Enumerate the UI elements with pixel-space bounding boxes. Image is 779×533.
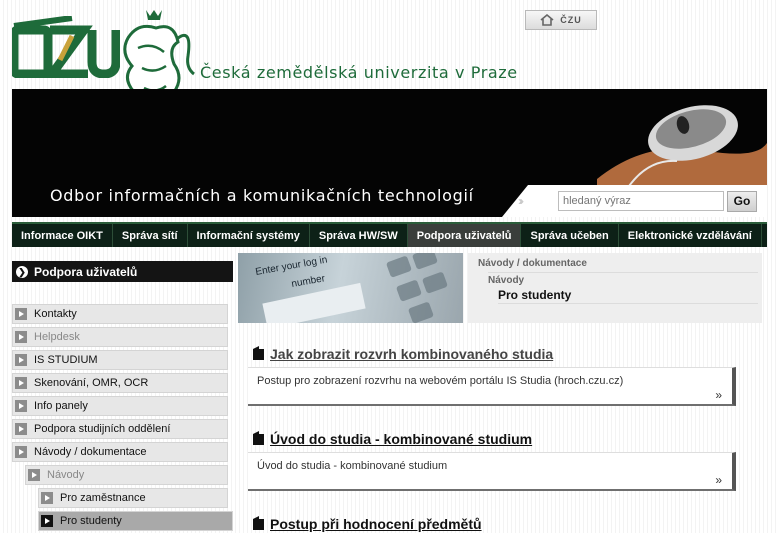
search-arrows-icon: ››› <box>518 194 524 208</box>
search-input[interactable] <box>558 191 724 211</box>
arrow-icon <box>15 331 27 343</box>
sidebar-item-label: Podpora studijních oddělení <box>34 423 171 435</box>
divider <box>498 303 758 304</box>
read-more-link[interactable]: » <box>715 473 722 487</box>
sidebar-item-label: Návody / dokumentace <box>34 446 147 458</box>
nav-item-sprava-siti[interactable]: Správa sítí <box>113 224 188 247</box>
breadcrumb: Návody / dokumentace Návody Pro studenty <box>468 253 762 323</box>
home-button[interactable]: ČZU <box>525 10 597 30</box>
arrow-icon <box>41 492 53 504</box>
sidebar-item-label: Helpdesk <box>34 331 80 343</box>
article-title-3[interactable]: Postup při hodnocení předmětů <box>270 516 482 532</box>
article-title-2[interactable]: Úvod do studia - kombinované studium <box>270 431 532 447</box>
sidebar-item-podpora-studijnich[interactable]: Podpora studijních oddělení <box>12 419 228 439</box>
sidebar-item-is-studium[interactable]: IS STUDIUM <box>12 350 228 370</box>
document-arrow-icon <box>253 516 264 530</box>
arrow-icon <box>15 354 27 366</box>
sidebar-title: Podpora uživatelů <box>34 264 138 279</box>
divider <box>488 272 758 273</box>
arrow-icon <box>41 515 53 527</box>
article-card-1: Postup pro zobrazení rozvrhu na webovém … <box>248 367 736 406</box>
breadcrumb-level2[interactable]: Návody <box>488 275 524 286</box>
arrow-icon <box>15 446 27 458</box>
sidebar-item-kontakty[interactable]: Kontakty <box>12 304 228 324</box>
arrow-icon <box>15 308 27 320</box>
login-keyboard-image: Enter your log in number <box>238 253 463 323</box>
sidebar-item-label: Pro zaměstnance <box>60 492 146 504</box>
login-image-text-line2: number <box>291 273 327 290</box>
search-go-button[interactable]: Go <box>727 191 757 212</box>
document-arrow-icon <box>253 346 264 360</box>
home-icon <box>540 14 554 26</box>
nav-item-podpora-uzivatelu[interactable]: Podpora uživatelů <box>407 224 522 247</box>
arrow-icon <box>28 469 40 481</box>
banner-title: Odbor informačních a komunikačních techn… <box>50 186 474 205</box>
main-nav: Informace OIKT Správa sítí Informační sy… <box>12 222 767 247</box>
arrow-icon <box>15 377 27 389</box>
nav-item-sprava-uceben[interactable]: Správa učeben <box>521 224 619 247</box>
sidebar-item-label: Kontakty <box>34 308 77 320</box>
breadcrumb-level3: Pro studenty <box>498 288 572 302</box>
home-label: ČZU <box>560 15 582 25</box>
nav-item-sprava-hw-sw[interactable]: Správa HW/SW <box>310 224 408 247</box>
article-card-2: Úvod do studia - kombinované studium » <box>248 452 736 491</box>
sidebar-item-label: Pro studenty <box>60 515 122 527</box>
sidebar-item-label: IS STUDIUM <box>34 354 98 366</box>
breadcrumb-level1[interactable]: Návody / dokumentace <box>478 258 587 269</box>
nav-item-informace-oikt[interactable]: Informace OIKT <box>12 224 113 247</box>
sidebar-item-label: Návody <box>47 469 85 481</box>
sidebar-item-skenovani[interactable]: Skenování, OMR, OCR <box>12 373 228 393</box>
article-title-1[interactable]: Jak zobrazit rozvrh kombinovaného studia <box>270 346 553 362</box>
read-more-link[interactable]: » <box>715 388 722 402</box>
sidebar-header: ❯ Podpora uživatelů <box>12 261 233 282</box>
university-name: Česká zemědělská univerzita v Praze <box>200 63 518 82</box>
document-arrow-icon <box>253 431 264 445</box>
arrow-icon <box>15 423 27 435</box>
sidebar-subitem-navody[interactable]: Návody <box>25 465 228 485</box>
sidebar-item-label: Skenování, OMR, OCR <box>34 377 149 389</box>
sidebar-item-navody-dokumentace[interactable]: Návody / dokumentace <box>12 442 228 462</box>
nav-item-elektronicke-vzdelavani[interactable]: Elektronické vzdělávání <box>619 224 762 247</box>
computer-mouse-image <box>597 105 767 189</box>
article-description: Postup pro zobrazení rozvrhu na webovém … <box>257 375 624 387</box>
sidebar-item-label: Info panely <box>34 400 88 412</box>
article-description: Úvod do studia - kombinované studium <box>257 460 448 472</box>
nav-item-informacni-systemy[interactable]: Informační systémy <box>188 224 310 247</box>
sidebar-subitem-pro-studenty[interactable]: Pro studenty <box>38 511 233 531</box>
arrow-bullet-icon: ❯ <box>16 265 28 278</box>
arrow-icon <box>15 400 27 412</box>
czu-logo[interactable] <box>12 16 120 78</box>
sidebar-item-info-panely[interactable]: Info panely <box>12 396 228 416</box>
sidebar-subitem-pro-zamestnance[interactable]: Pro zaměstnance <box>38 488 228 508</box>
sidebar-item-helpdesk[interactable]: Helpdesk <box>12 327 228 347</box>
